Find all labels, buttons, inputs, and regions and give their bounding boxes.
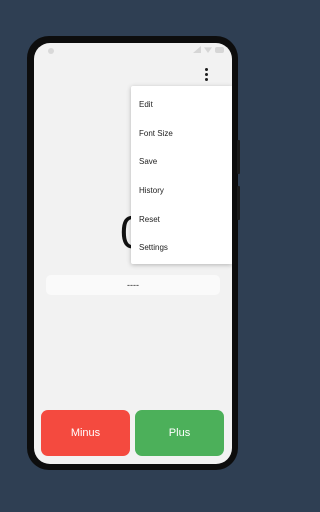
plus-button[interactable]: Plus	[135, 410, 224, 456]
minus-button[interactable]: Minus	[41, 410, 130, 456]
signal-icon	[193, 46, 201, 53]
overflow-menu: Edit Font Size Save History Reset Settin…	[131, 86, 232, 264]
menu-item-font-size[interactable]: Font Size	[131, 119, 232, 148]
note-field[interactable]: ----	[46, 275, 220, 295]
menu-item-save[interactable]: Save	[131, 147, 232, 176]
status-icons	[193, 46, 224, 53]
menu-item-edit[interactable]: Edit	[131, 90, 232, 119]
more-vert-icon[interactable]	[198, 65, 214, 83]
menu-item-history[interactable]: History	[131, 176, 232, 205]
menu-item-reset[interactable]: Reset	[131, 205, 232, 234]
wifi-icon	[204, 47, 212, 53]
status-bar	[34, 43, 232, 59]
front-camera	[48, 48, 54, 54]
battery-icon	[215, 46, 224, 53]
phone-side-button	[237, 140, 240, 174]
phone-side-button	[237, 186, 240, 220]
menu-item-settings[interactable]: Settings	[131, 233, 232, 262]
app-screen: 0 ---- Edit Font Size Save History Reset…	[34, 43, 232, 464]
